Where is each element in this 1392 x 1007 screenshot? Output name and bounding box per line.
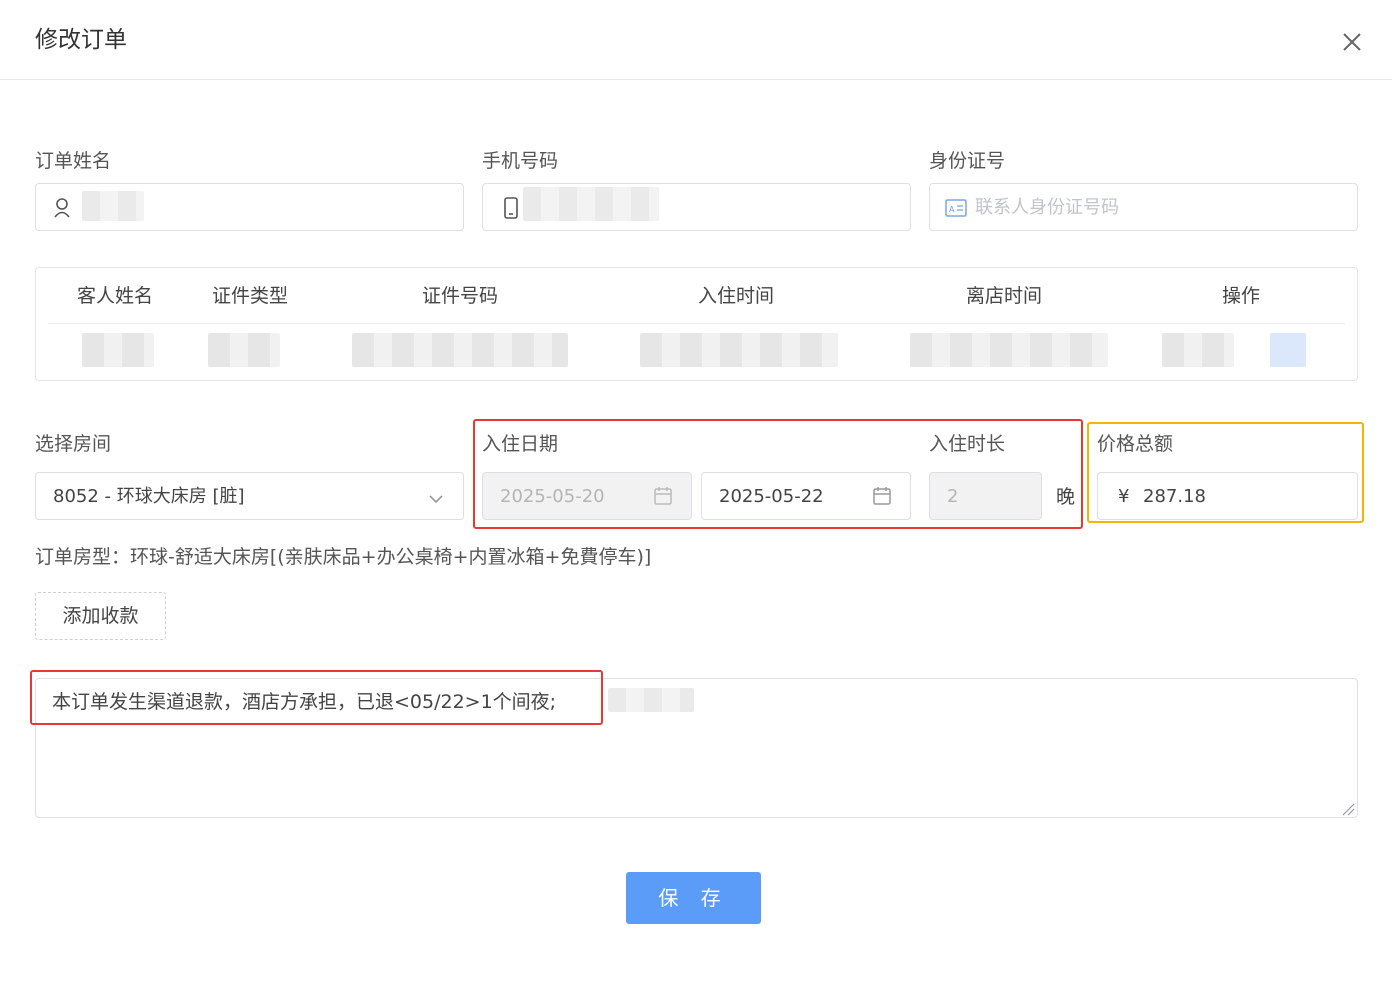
checkin-date-input: 2025-05-20: [482, 472, 692, 520]
remark-highlight-box: [30, 670, 603, 725]
col-checkout: 离店时间: [965, 285, 1042, 307]
masked-cell: [640, 333, 838, 367]
room-selected-value: 8052 - 环球大床房 [脏]: [53, 486, 245, 507]
duration-label: 入住时长: [929, 433, 1006, 455]
id-card-icon: A: [945, 199, 967, 221]
col-checkin: 入住时间: [697, 285, 774, 307]
col-id-type: 证件类型: [211, 285, 288, 307]
chevron-down-icon: [428, 490, 444, 509]
add-payment-button[interactable]: 添加收款: [35, 592, 166, 640]
price-value: 287.18: [1143, 486, 1206, 507]
price-label: 价格总额: [1097, 433, 1174, 455]
calendar-icon: [872, 486, 892, 510]
col-actions: 操作: [1221, 285, 1260, 307]
duration-value: 2: [947, 486, 959, 507]
calendar-icon: [653, 486, 673, 510]
row-action-link[interactable]: [1270, 333, 1306, 367]
user-icon: [52, 197, 72, 223]
masked-cell: [82, 333, 154, 367]
currency-symbol: ¥: [1118, 486, 1130, 507]
room-type-text: 订单房型：环球-舒适大床房[(亲肤床品+办公桌椅+内置冰箱+免費停车)]: [35, 546, 652, 568]
room-label: 选择房间: [35, 433, 112, 455]
room-select[interactable]: 8052 - 环球大床房 [脏]: [35, 472, 464, 520]
col-id-number: 证件号码: [421, 285, 498, 307]
duration-unit: 晚: [1056, 486, 1076, 508]
price-input[interactable]: ¥ 287.18: [1097, 472, 1358, 520]
resize-handle-icon[interactable]: [1341, 801, 1355, 820]
phone-label: 手机号码: [482, 150, 559, 172]
checkout-date-value: 2025-05-22: [719, 486, 824, 507]
masked-phone: [523, 187, 659, 221]
dialog-header: [0, 0, 1392, 80]
masked-cell: [910, 333, 1108, 367]
phone-icon: [503, 196, 519, 224]
order-name-input[interactable]: [35, 183, 464, 231]
masked-remark: [608, 688, 694, 712]
order-name-label: 订单姓名: [35, 150, 112, 172]
table-row: [35, 324, 1358, 380]
checkin-date-value: 2025-05-20: [500, 486, 605, 507]
duration-input: 2: [929, 472, 1042, 520]
col-guest-name: 客人姓名: [76, 285, 153, 307]
masked-cell: [352, 333, 568, 367]
masked-name: [82, 191, 144, 221]
id-label: 身份证号: [929, 150, 1006, 172]
masked-cell: [1162, 333, 1234, 367]
checkin-label: 入住日期: [482, 433, 559, 455]
close-icon[interactable]: [1338, 28, 1366, 56]
phone-input[interactable]: [482, 183, 911, 231]
id-number-input[interactable]: A 联系人身份证号码: [929, 183, 1358, 231]
id-placeholder: 联系人身份证号码: [975, 197, 1119, 218]
svg-text:A: A: [949, 205, 955, 214]
checkout-date-input[interactable]: 2025-05-22: [701, 472, 911, 520]
dialog-title: 修改订单: [35, 27, 127, 53]
save-button[interactable]: 保 存: [626, 872, 761, 924]
masked-cell: [208, 333, 280, 367]
